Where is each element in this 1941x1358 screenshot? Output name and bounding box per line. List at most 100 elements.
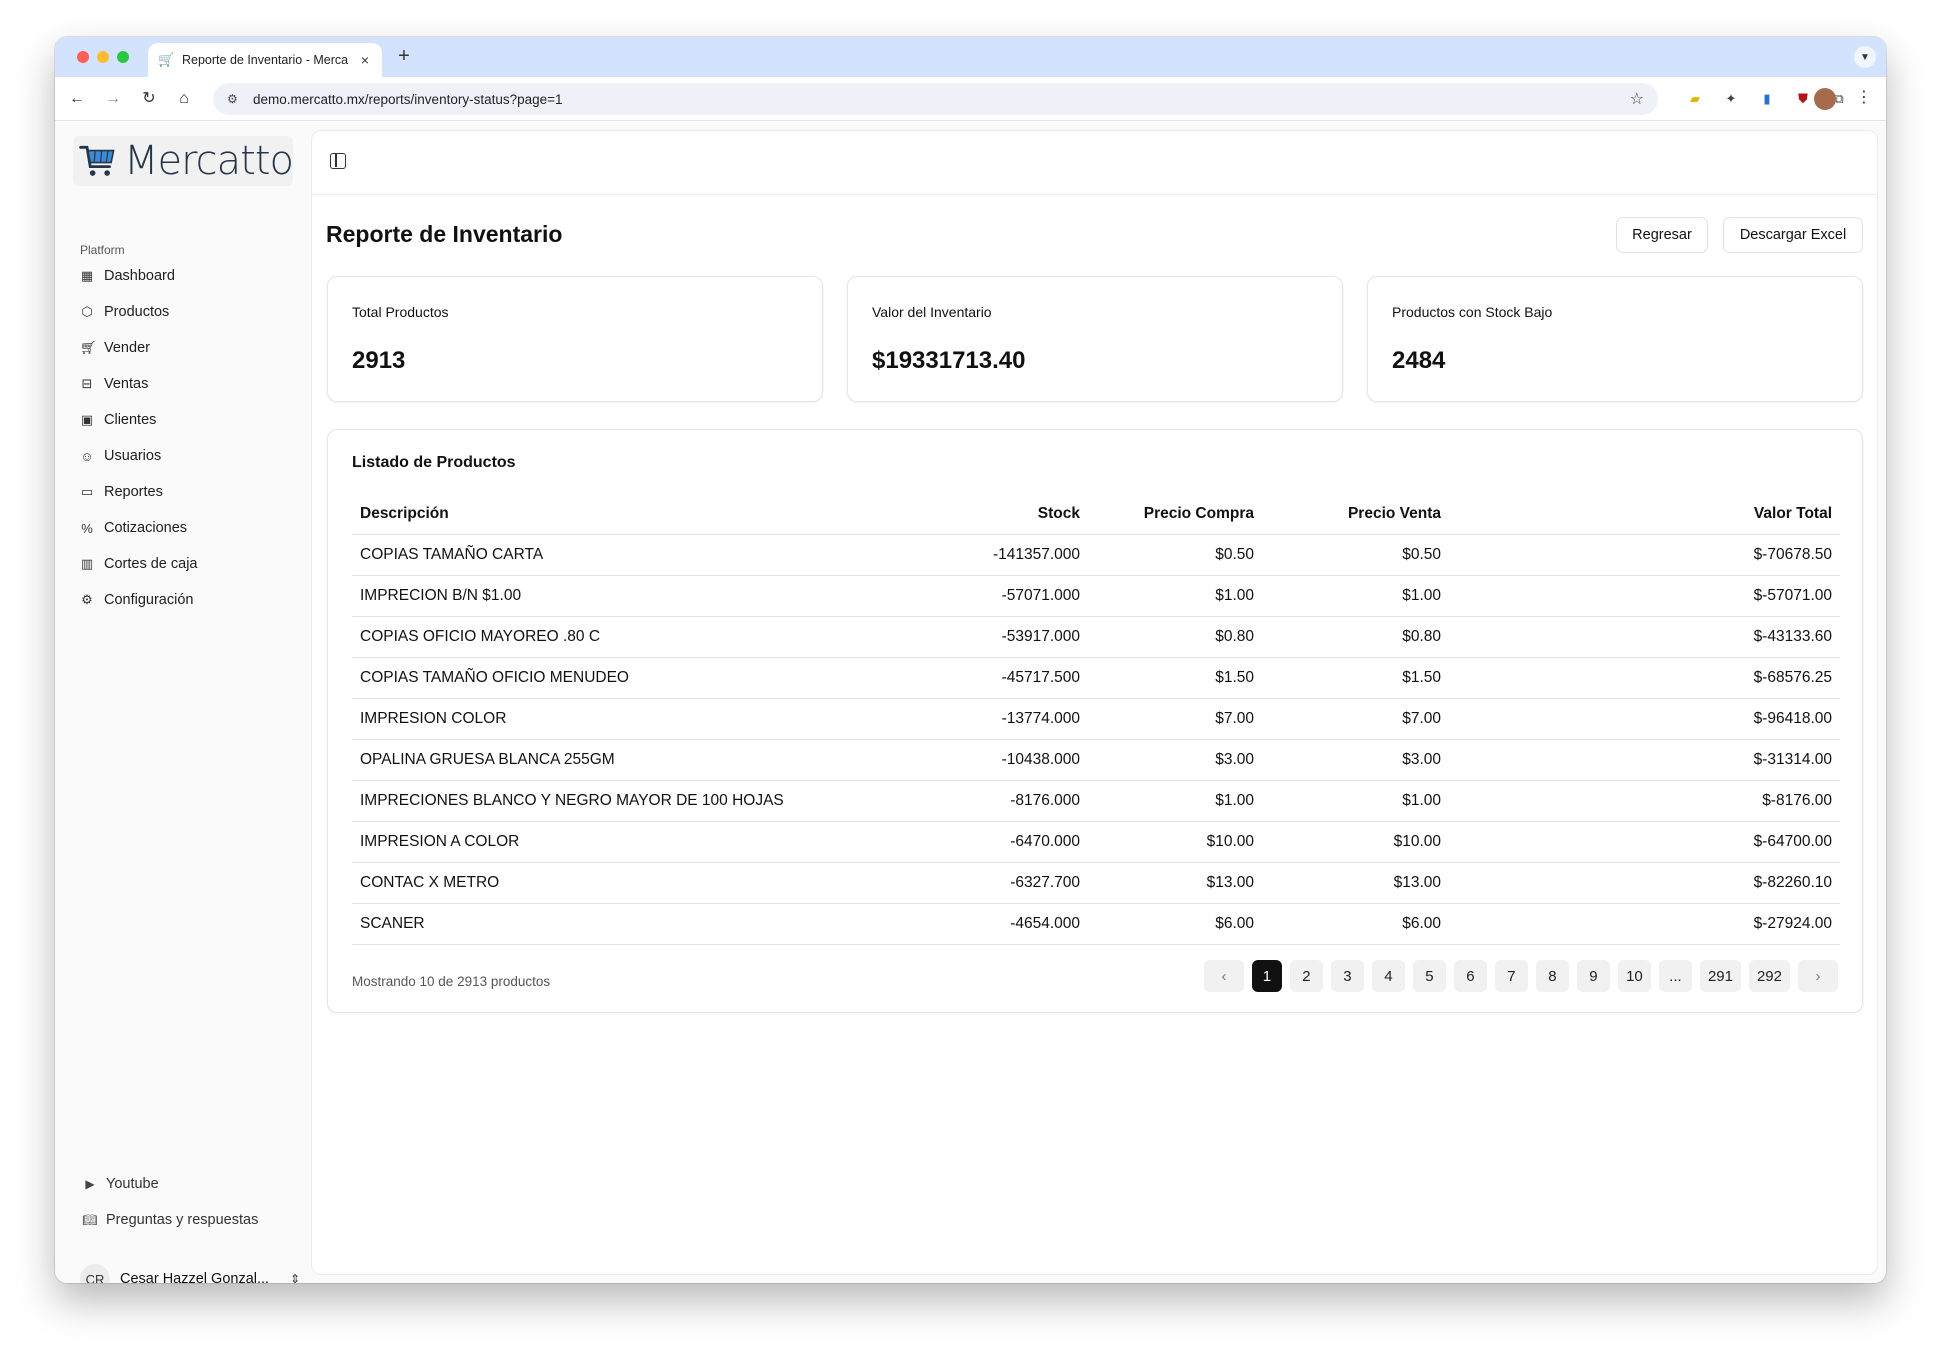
tab-search-button[interactable]: ▼: [1854, 46, 1876, 68]
next-page-button[interactable]: ›: [1798, 960, 1838, 992]
page-button-8[interactable]: 8: [1535, 960, 1569, 992]
cell-description: OPALINA GRUESA BLANCA 255GM: [352, 739, 912, 781]
site-settings-icon[interactable]: ⚙: [227, 92, 245, 106]
extension-tools-icon[interactable]: ✦: [1721, 89, 1741, 109]
cart-icon: 🛒︎: [80, 340, 97, 355]
page-button-6[interactable]: 6: [1453, 960, 1487, 992]
sidebar-toggle-icon[interactable]: [330, 153, 346, 169]
maximize-window-button[interactable]: [117, 51, 129, 63]
cell-description: COPIAS TAMAÑO OFICIO MENUDEO: [352, 657, 912, 699]
cell-sale-price: $1.00: [1262, 780, 1449, 822]
table-row: IMPRECION B/N $1.00 -57071.000 $1.00 $1.00 $…: [352, 575, 1840, 617]
cell-total-value: $-96418.00: [1449, 698, 1840, 740]
page-button-9[interactable]: 9: [1576, 960, 1610, 992]
sidebar-item-cortes-de-caja[interactable]: ▥ Cortes de caja: [74, 546, 304, 582]
cell-purchase-price: $6.00: [1088, 903, 1262, 945]
sidebar-item-ventas[interactable]: ⊟ Ventas: [74, 366, 304, 402]
column-header-description[interactable]: Descripción: [352, 494, 912, 535]
cell-total-value: $-82260.10: [1449, 862, 1840, 904]
download-excel-button[interactable]: Descargar Excel: [1723, 217, 1863, 253]
tab-close-icon[interactable]: ×: [358, 52, 372, 68]
package-icon: ⬡: [81, 304, 93, 319]
cell-total-value: $-8176.00: [1449, 780, 1840, 822]
percent-icon: %: [81, 520, 93, 536]
back-button[interactable]: Regresar: [1616, 217, 1708, 253]
column-header-purchase-price[interactable]: Precio Compra: [1088, 494, 1262, 535]
home-icon[interactable]: ⌂: [172, 87, 196, 111]
sidebar-nav: ▦ Dashboard ⬡ Productos 🛒︎ Vender ⊟ Ventas ▣…: [74, 258, 304, 618]
sidebar-item-cotizaciones[interactable]: % Cotizaciones: [74, 510, 304, 546]
page-button-5[interactable]: 5: [1412, 960, 1446, 992]
table-row: OPALINA GRUESA BLANCA 255GM -10438.000 $3.…: [352, 739, 1840, 781]
cell-stock: -53917.000: [912, 616, 1088, 658]
cell-total-value: $-57071.00: [1449, 575, 1840, 617]
profile-avatar-icon[interactable]: [1814, 88, 1836, 110]
youtube-icon: ▶: [85, 1177, 95, 1191]
sidebar-item-clientes[interactable]: ▣ Clientes: [74, 402, 304, 438]
cell-total-value: $-68576.25: [1449, 657, 1840, 699]
cell-purchase-price: $1.50: [1088, 657, 1262, 699]
user-menu[interactable]: CR Cesar Hazzel Gonzal... ⇕: [80, 1264, 300, 1283]
page-button-4[interactable]: 4: [1371, 960, 1405, 992]
sidebar-item-dashboard[interactable]: ▦ Dashboard: [74, 258, 304, 294]
bookmark-star-icon[interactable]: ☆: [1630, 89, 1644, 109]
column-header-total-value[interactable]: Valor Total: [1449, 494, 1840, 535]
page-button-291[interactable]: 291: [1699, 960, 1741, 992]
page-button-3[interactable]: 3: [1330, 960, 1364, 992]
reload-icon[interactable]: ↻: [137, 87, 161, 111]
logo[interactable]: Mercatto: [73, 136, 294, 186]
cart-logo-icon: [79, 145, 115, 176]
column-header-stock[interactable]: Stock: [912, 494, 1088, 535]
cell-purchase-price: $1.00: [1088, 780, 1262, 822]
browser-menu-icon[interactable]: ⋮: [1854, 87, 1874, 107]
avatar: CR: [80, 1264, 110, 1283]
ublock-shield-icon[interactable]: ⛊: [1793, 89, 1813, 109]
page-button-1[interactable]: 1: [1251, 960, 1282, 992]
extension-notes-icon[interactable]: ▰: [1685, 89, 1705, 109]
sidebar-item-label: Productos: [104, 304, 170, 320]
extension-doc-icon[interactable]: ▮: [1757, 89, 1777, 109]
sidebar-item-vender[interactable]: 🛒︎ Vender: [74, 330, 304, 366]
page-button-7[interactable]: 7: [1494, 960, 1528, 992]
cell-total-value: $-70678.50: [1449, 534, 1840, 576]
prev-page-button[interactable]: ‹: [1203, 960, 1244, 992]
close-window-button[interactable]: [77, 51, 89, 63]
youtube-link[interactable]: ▶ Youtube: [82, 1166, 302, 1202]
page-button-292[interactable]: 292: [1748, 960, 1790, 992]
browser-toolbar: ← → ↻ ⌂ ⚙ demo.mercatto.mx/reports/inven…: [55, 77, 1886, 121]
pagination-ellipsis: ...: [1658, 960, 1692, 992]
table-body: COPIAS TAMAÑO CARTA -141357.000 $0.50 $0.50…: [352, 534, 1840, 945]
clipboard-icon: ▭: [80, 484, 94, 499]
cell-sale-price: $7.00: [1262, 698, 1449, 740]
sidebar-item-usuarios[interactable]: ☺ Usuarios: [74, 438, 304, 474]
cell-sale-price: $3.00: [1262, 739, 1449, 781]
sidebar-item-label: Clientes: [104, 412, 157, 428]
tab-title: Reporte de Inventario - Merca: [182, 53, 349, 67]
sidebar-item-configuracion[interactable]: ⚙ Configuración: [74, 582, 304, 618]
cell-description: CONTAC X METRO: [352, 862, 912, 904]
minimize-window-button[interactable]: [97, 51, 109, 63]
table-row: IMPRESION A COLOR -6470.000 $10.00 $10.00 $-…: [352, 821, 1840, 863]
back-arrow-icon[interactable]: ←: [65, 87, 89, 111]
chart-icon: ▥: [80, 556, 94, 571]
browser-tab[interactable]: 🛒 Reporte de Inventario - Merca ×: [148, 43, 382, 77]
book-icon: 📖︎: [82, 1213, 98, 1227]
cell-stock: -8176.000: [912, 780, 1088, 822]
forward-arrow-icon[interactable]: →: [101, 87, 125, 111]
cell-description: IMPRECIONES BLANCO Y NEGRO MAYOR DE 100 …: [352, 780, 912, 822]
cell-description: IMPRESION A COLOR: [352, 821, 912, 863]
new-tab-button[interactable]: +: [392, 45, 416, 68]
table-header-row: Descripción Stock Precio Compra Precio V…: [352, 494, 1840, 535]
gear-icon: ⚙: [81, 592, 93, 607]
sidebar-item-label: Usuarios: [104, 448, 162, 464]
stat-value: 2484: [1392, 347, 1446, 374]
faq-link[interactable]: 📖︎ Preguntas y respuestas: [82, 1202, 302, 1238]
page-button-10[interactable]: 10: [1617, 960, 1651, 992]
sidebar-item-productos[interactable]: ⬡ Productos: [74, 294, 304, 330]
page-button-2[interactable]: 2: [1289, 960, 1323, 992]
url-text[interactable]: demo.mercatto.mx/reports/inventory-statu…: [253, 92, 1630, 107]
sidebar-item-reportes[interactable]: ▭ Reportes: [74, 474, 304, 510]
column-header-sale-price[interactable]: Precio Venta: [1262, 494, 1449, 535]
address-bar[interactable]: ⚙ demo.mercatto.mx/reports/inventory-sta…: [213, 83, 1658, 115]
cell-stock: -10438.000: [912, 739, 1088, 781]
